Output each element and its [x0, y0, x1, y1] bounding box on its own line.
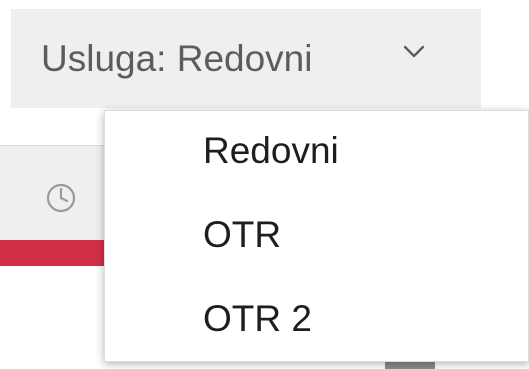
clock-icon — [43, 180, 79, 216]
chevron-down-icon[interactable] — [399, 36, 429, 66]
menu-item-otr-2[interactable]: OTR 2 — [105, 279, 528, 359]
service-dropdown-label: Usluga: Redovni — [41, 37, 313, 79]
menu-item-redovni[interactable]: Redovni — [105, 111, 528, 191]
background-element — [385, 362, 435, 369]
menu-item-otr[interactable]: OTR — [105, 195, 528, 275]
stage: Usluga: Redovni Redovni OTR OTR 2 — [0, 0, 529, 369]
service-dropdown-menu: Redovni OTR OTR 2 — [104, 110, 529, 362]
